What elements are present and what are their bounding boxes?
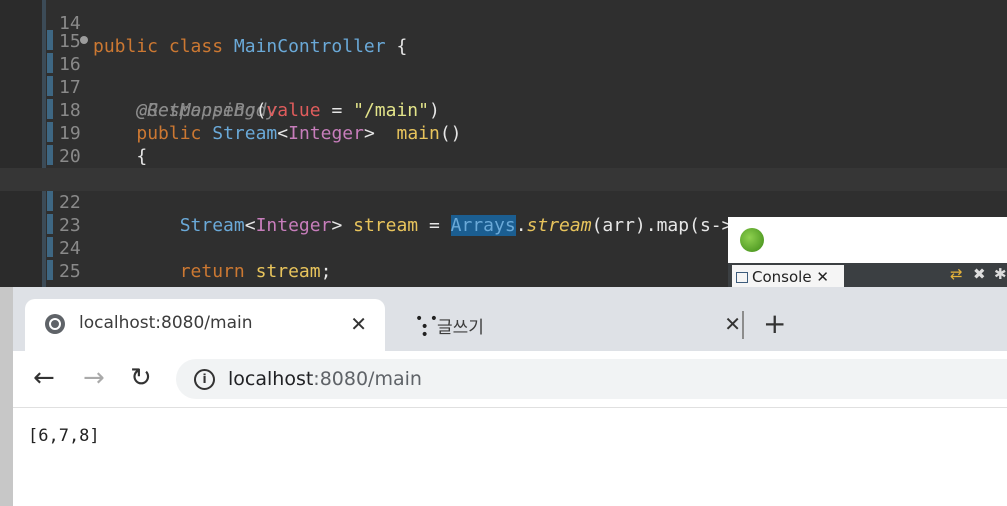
background-window-edge <box>0 287 13 506</box>
settings-icon[interactable]: ✱ <box>994 265 1007 283</box>
spring-leaf-icon <box>740 228 764 252</box>
sync-icon[interactable]: ⇄ <box>950 265 963 283</box>
forward-button[interactable]: → <box>83 363 105 393</box>
console-icon <box>736 272 748 283</box>
new-tab-button[interactable]: + <box>763 307 786 340</box>
close-tab-icon[interactable]: ✕ <box>724 312 741 336</box>
tab-strip: localhost:8080/main ✕ • • • • 글쓰기 ✕ + <box>13 287 1007 351</box>
code-line: 15 <box>0 7 1007 52</box>
code-line: 21 <box>0 145 1007 190</box>
address-bar[interactable]: i localhost:8080/main <box>176 359 1007 399</box>
fold-icon[interactable] <box>80 36 88 44</box>
page-content: [6,7,8] <box>13 408 1007 506</box>
current-code-line: 22 Stream<Integer> stream = Arrays.strea… <box>0 168 1007 236</box>
close-all-icon[interactable]: ✖ <box>973 265 986 283</box>
browser-window: localhost:8080/main ✕ • • • • 글쓰기 ✕ + ← … <box>13 287 1007 506</box>
browser-tab[interactable]: • • • • 글쓰기 ✕ <box>393 299 753 351</box>
tab-title: 글쓰기 <box>437 318 484 338</box>
console-panel: Console ✕ ⇄ ✖ ✱ <box>728 217 1007 290</box>
tab-console-label: Console <box>752 268 812 286</box>
dots-icon: • • • • <box>415 311 439 343</box>
globe-icon <box>45 314 65 334</box>
code-line: 20 Integer[] arr = {1,2,3,4,5}; <box>0 122 1007 190</box>
tab-title: localhost:8080/main <box>79 313 253 333</box>
browser-tab-active[interactable]: localhost:8080/main ✕ <box>25 299 385 351</box>
code-line: 18 public Stream<Integer> main() <box>0 76 1007 144</box>
back-button[interactable]: ← <box>33 363 55 393</box>
reload-button[interactable]: ↻ <box>130 363 152 393</box>
url-host: localhost <box>228 368 314 390</box>
code-line: 19 { <box>0 99 1007 167</box>
code-line: 23 <box>0 191 1007 236</box>
console-tabbar: Console ✕ ⇄ ✖ ✱ <box>728 263 1007 290</box>
console-header <box>728 217 1007 263</box>
browser-toolbar: ← → ↻ i localhost:8080/main <box>13 351 1007 408</box>
url-path: :8080/main <box>313 368 422 390</box>
code-line: 16 @ResponseBody <box>0 30 1007 121</box>
info-icon[interactable]: i <box>194 369 215 390</box>
url-text[interactable]: localhost:8080/main <box>228 368 422 390</box>
tab-separator <box>742 311 744 339</box>
close-icon[interactable]: ✕ <box>816 268 829 286</box>
code-line: 17 @GetMapping(value = "/main") <box>0 53 1007 121</box>
response-text: [6,7,8] <box>28 426 100 446</box>
close-tab-icon[interactable]: ✕ <box>350 312 367 336</box>
